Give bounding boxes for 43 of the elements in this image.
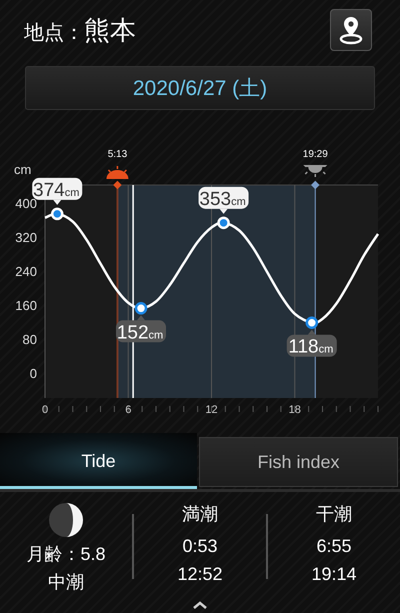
location-label: 地点： [24,18,84,46]
tide-time: 0:53 [182,535,218,558]
value-label: 118cm [286,330,337,358]
x-tick-label: 0 [42,404,48,416]
y-tick-label: 320 [15,230,37,245]
sunset-time: 19:29 [302,149,328,160]
moon-age: 月齢：5.8 [26,543,106,566]
tide-point [50,208,64,220]
value-label: 152cm [116,315,166,344]
tide-column-title: 干潮 [316,503,352,526]
tide-point [134,302,148,315]
sunset-icon [303,165,328,178]
sunrise-icon [106,165,128,179]
map-pin-icon [339,15,363,45]
moon-phase-icon [48,502,84,538]
location-button[interactable] [330,9,372,51]
annotation: 152cm [116,322,164,344]
sunrise-time: 5:13 [108,149,128,160]
x-tick-label: 18 [288,404,301,416]
tide-point [306,316,318,329]
x-tick-label: 12 [205,404,218,416]
tab[interactable]: Fish index [199,437,398,487]
annotation: 118cm [288,336,334,358]
y-tick-label: 80 [22,332,37,347]
date-text: 2020/6/27 (土) [132,76,268,102]
tide-name: 中潮 [48,571,84,594]
tide-column-title: 満潮 [182,503,218,526]
sunset-marker [311,180,320,190]
tide-time: 19:14 [311,563,357,586]
tab[interactable]: Tide [0,433,197,489]
y-tick-label: 240 [15,264,37,279]
date-bar[interactable]: 2020/6/27 (土) [25,66,375,110]
tide-time: 12:52 [177,563,223,586]
unit-label: cm [14,162,32,177]
tide-time: 6:55 [316,535,352,558]
value-label: 353cm [198,186,249,214]
x-tick-label: 6 [125,404,132,416]
location-name: 熊本 [84,14,136,48]
y-tick-label: 0 [30,366,37,381]
y-tick-label: 160 [15,298,37,313]
tide-point [217,216,230,230]
annotation: 353cm [199,188,246,210]
caret-up-icon[interactable] [193,601,207,609]
